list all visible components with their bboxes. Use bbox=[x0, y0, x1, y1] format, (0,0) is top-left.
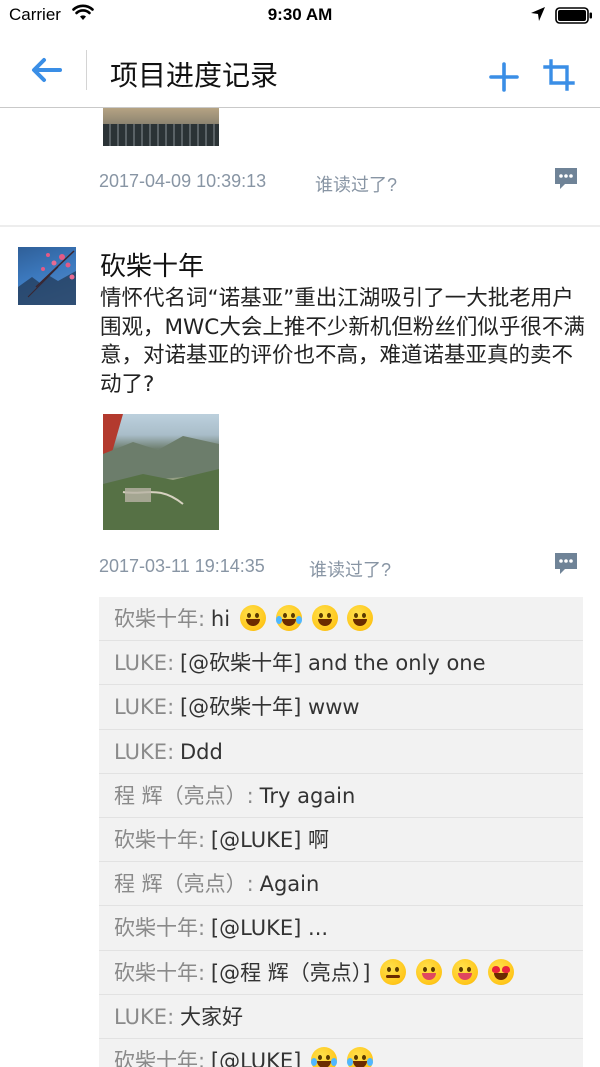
comment-item[interactable]: LUKE: Ddd bbox=[99, 730, 583, 774]
comment-icon[interactable] bbox=[553, 166, 579, 190]
comment-item[interactable]: LUKE: 大家好 bbox=[99, 995, 583, 1039]
comment-author: LUKE: bbox=[114, 651, 175, 676]
status-bar: Carrier 9:30 AM bbox=[0, 0, 600, 30]
navigation-bar: 项目进度记录 bbox=[0, 30, 600, 108]
post-author[interactable]: 砍柴十年 bbox=[100, 246, 204, 283]
avatar[interactable] bbox=[18, 247, 76, 305]
comment-author: 砍柴十年: bbox=[114, 607, 206, 631]
comment-text: [@程 辉（亮点）] bbox=[210, 960, 371, 985]
comment-author: LUKE: bbox=[114, 695, 175, 720]
comment-author: LUKE: bbox=[114, 739, 175, 764]
comment-author: 砍柴十年: bbox=[114, 960, 206, 985]
heart-eyes-emoji-icon bbox=[487, 958, 514, 985]
comment-item[interactable]: 砍柴十年: [@LUKE] bbox=[99, 1039, 583, 1067]
read-by-link[interactable]: 谁读过了? bbox=[315, 171, 397, 197]
comment-text: Again bbox=[259, 872, 320, 897]
plus-icon[interactable] bbox=[487, 60, 521, 94]
smiley-emoji-icon bbox=[311, 605, 338, 631]
comment-item[interactable]: 程 辉（亮点）: Try again bbox=[99, 774, 583, 818]
comment-text: [@砍柴十年] www bbox=[179, 695, 360, 720]
comment-item[interactable]: 砍柴十年: [@LUKE] ... bbox=[99, 906, 583, 951]
clock: 9:30 AM bbox=[267, 5, 333, 24]
comment-author: 砍柴十年: bbox=[114, 827, 206, 852]
comment-item[interactable]: 砍柴十年: [@程 辉（亮点）] bbox=[99, 951, 583, 995]
post-timestamp: 2017-04-09 10:39:13 bbox=[99, 171, 267, 191]
nav-divider bbox=[86, 50, 87, 90]
comment-text: [@LUKE] ... bbox=[210, 916, 329, 941]
post-timestamp: 2017-03-11 19:14:35 bbox=[99, 556, 265, 576]
post-image[interactable] bbox=[103, 414, 219, 530]
tears-of-joy-emoji-icon bbox=[347, 1046, 374, 1067]
comment-item[interactable]: LUKE: [@砍柴十年] and the only one bbox=[99, 641, 583, 686]
comment-text: Try again bbox=[259, 783, 356, 808]
battery-icon bbox=[555, 7, 592, 24]
location-arrow-icon bbox=[531, 7, 545, 21]
comment-text: Ddd bbox=[179, 739, 223, 764]
comment-item[interactable]: 程 辉（亮点）: Again bbox=[99, 862, 583, 907]
post-photo-scene bbox=[103, 414, 219, 530]
comment-text: [@砍柴十年] and the only one bbox=[179, 651, 486, 676]
smirk-emoji-icon bbox=[380, 958, 407, 985]
squinting-tongue-emoji-icon bbox=[416, 958, 443, 985]
comment-author: LUKE: bbox=[114, 1004, 175, 1029]
comment-author: 砍柴十年: bbox=[114, 1048, 206, 1067]
page-title: 项目进度记录 bbox=[110, 59, 279, 92]
comment-text: 大家好 bbox=[179, 1004, 243, 1029]
post-separator bbox=[0, 225, 600, 227]
comment-item[interactable]: 砍柴十年: hi bbox=[99, 597, 583, 642]
tears-of-joy-emoji-icon bbox=[275, 605, 302, 631]
avatar-image bbox=[18, 250, 76, 305]
comment-text: [@LUKE] bbox=[210, 1048, 302, 1067]
grin-emoji-icon bbox=[239, 605, 266, 631]
read-by-link[interactable]: 谁读过了? bbox=[309, 556, 391, 582]
grin-emoji-icon bbox=[347, 605, 374, 631]
winking-tongue-emoji-icon bbox=[452, 958, 479, 985]
tears-of-joy-emoji-icon bbox=[311, 1046, 338, 1067]
back-arrow-icon[interactable] bbox=[28, 54, 64, 86]
comment-author: 程 辉（亮点）: bbox=[114, 783, 254, 808]
comment-text: [@LUKE] 啊 bbox=[210, 827, 330, 852]
comment-item[interactable]: 砍柴十年: [@LUKE] 啊 bbox=[99, 818, 583, 863]
comment-text: hi bbox=[210, 607, 231, 631]
comment-list: 砍柴十年: hi LUKE: [@砍柴十年] and the only one … bbox=[99, 597, 583, 1067]
comment-icon[interactable] bbox=[553, 551, 579, 575]
comment-author: 砍柴十年: bbox=[114, 916, 206, 941]
post-text: 情怀代名词“诺基亚”重出江湖吸引了一大批老用户围观，MWC大会上推不少新机但粉丝… bbox=[100, 286, 585, 397]
comment-author: 程 辉（亮点）: bbox=[114, 872, 254, 897]
crop-icon[interactable] bbox=[542, 58, 576, 92]
post-image[interactable] bbox=[103, 108, 219, 146]
comment-item[interactable]: LUKE: [@砍柴十年] www bbox=[99, 685, 583, 730]
